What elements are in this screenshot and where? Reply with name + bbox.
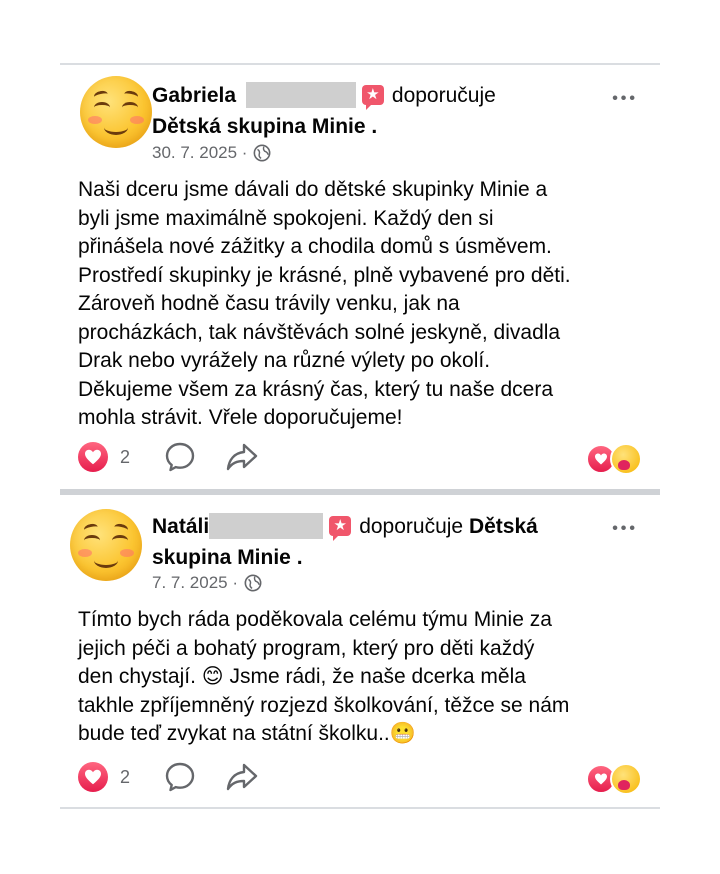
review-header: Gabriela ★ doporučuje: [152, 81, 496, 111]
review-date[interactable]: 7. 7. 2025 ·: [152, 573, 238, 593]
recommend-icon: ★: [329, 516, 352, 541]
reaction-count[interactable]: 2: [120, 447, 130, 468]
review-header: Natáli ★ doporučuje Dětská: [152, 512, 538, 542]
reaction-count[interactable]: 2: [120, 767, 130, 788]
action-bar: 2: [78, 441, 258, 473]
recommend-icon: ★: [361, 85, 384, 110]
review-text: Tímto bych ráda poděkovala celému týmu M…: [78, 608, 570, 745]
recommend-verb: doporučuje: [391, 84, 496, 107]
care-icon: [610, 443, 642, 475]
comment-icon[interactable]: [164, 441, 196, 473]
top-divider: [60, 63, 660, 65]
love-reaction-icon[interactable]: [78, 762, 108, 792]
page-suffix: .: [290, 546, 303, 569]
comment-icon[interactable]: [164, 761, 196, 793]
care-icon: [610, 763, 642, 795]
redacted-surname: [209, 513, 324, 539]
avatar[interactable]: [70, 509, 142, 581]
author-name[interactable]: Gabriela: [152, 84, 236, 107]
bottom-divider: [60, 807, 660, 809]
page-name-link[interactable]: Dětská: [469, 515, 538, 538]
action-bar: 2: [78, 761, 258, 793]
reactions-summary[interactable]: [586, 443, 642, 475]
review-meta: 30. 7. 2025 ·: [152, 143, 271, 163]
love-reaction-icon[interactable]: [78, 442, 108, 472]
globe-icon: [244, 574, 262, 592]
page-name-link-cont[interactable]: skupina Minie: [152, 546, 291, 569]
redacted-surname: [245, 82, 356, 108]
share-icon[interactable]: [226, 442, 258, 472]
globe-icon: [254, 144, 271, 162]
avatar[interactable]: [80, 76, 152, 148]
author-name[interactable]: Natáli: [152, 515, 209, 538]
page-line: skupina Minie .: [152, 543, 303, 573]
page-line: Dětská skupina Minie .: [152, 112, 377, 142]
reactions-summary[interactable]: [586, 763, 642, 795]
review-date[interactable]: 30. 7. 2025 ·: [152, 143, 247, 163]
review-separator: [60, 489, 660, 495]
share-icon[interactable]: [226, 762, 258, 792]
more-options-icon[interactable]: •••: [612, 90, 638, 108]
recommend-verb: doporučuje: [359, 515, 464, 538]
review-meta: 7. 7. 2025 ·: [152, 573, 262, 593]
more-options-icon[interactable]: •••: [612, 520, 638, 538]
page-name-link[interactable]: Dětská skupina Minie: [152, 115, 366, 138]
page-suffix: .: [365, 115, 378, 138]
review-text: Naši dceru jsme dávali do dětské skupink…: [78, 178, 571, 429]
